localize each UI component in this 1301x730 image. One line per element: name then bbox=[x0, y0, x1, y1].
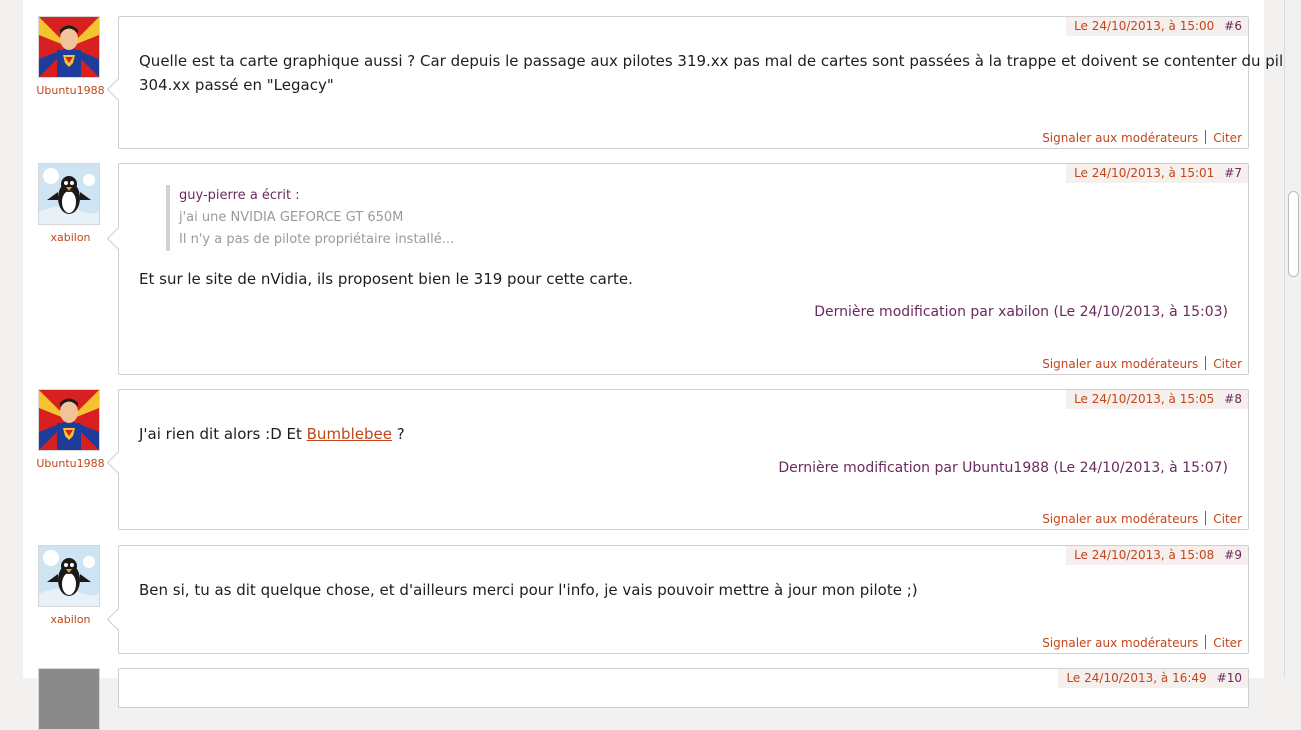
post-number[interactable]: #9 bbox=[1224, 548, 1242, 562]
vertical-scrollbar[interactable] bbox=[1284, 0, 1301, 678]
post-actions: Signaler aux modérateurs Citer bbox=[1042, 635, 1242, 651]
report-link[interactable]: Signaler aux modérateurs bbox=[1042, 357, 1198, 371]
quote-author: guy-pierre a écrit : bbox=[179, 188, 300, 203]
post-actions: Signaler aux modérateurs Citer bbox=[1042, 356, 1242, 372]
action-separator bbox=[1205, 356, 1207, 370]
scrollbar-thumb[interactable] bbox=[1288, 191, 1299, 277]
post-number[interactable]: #7 bbox=[1224, 166, 1242, 180]
post-date[interactable]: Le 24/10/2013, à 15:01 bbox=[1074, 166, 1214, 180]
post-author: Ubuntu1988 bbox=[23, 389, 118, 470]
post-box: Le 24/10/2013, à 15:08 #9 Ben si, tu as d… bbox=[106, 545, 1249, 654]
quote-line: j'ai une NVIDIA GEFORCE GT 650M bbox=[179, 210, 404, 225]
post-date[interactable]: Le 24/10/2013, à 16:49 bbox=[1066, 671, 1206, 685]
post-number[interactable]: #8 bbox=[1224, 392, 1242, 406]
post-text-segment: J'ai rien dit alors :D Et bbox=[139, 425, 307, 443]
post-text: J'ai rien dit alors :D Et Bumblebee ? bbox=[139, 422, 405, 446]
superman-avatar[interactable] bbox=[38, 16, 100, 78]
action-separator bbox=[1205, 130, 1207, 144]
forum-page: Ubuntu1988 Le 24/10/2013, à 15:00 #6 Quel… bbox=[23, 0, 1301, 730]
report-link[interactable]: Signaler aux modérateurs bbox=[1042, 512, 1198, 526]
author-name[interactable]: xabilon bbox=[23, 231, 118, 244]
post-meta: Le 24/10/2013, à 15:01 #7 bbox=[1066, 164, 1248, 183]
post-date[interactable]: Le 24/10/2013, à 15:05 bbox=[1074, 392, 1214, 406]
post-actions: Signaler aux modérateurs Citer bbox=[1042, 130, 1242, 146]
report-link[interactable]: Signaler aux modérateurs bbox=[1042, 636, 1198, 650]
cite-link[interactable]: Citer bbox=[1213, 131, 1242, 145]
edit-note: Dernière modification par Ubuntu1988 (Le… bbox=[778, 460, 1228, 476]
author-name[interactable]: Ubuntu1988 bbox=[23, 457, 118, 470]
post-actions: Signaler aux modérateurs Citer bbox=[1042, 511, 1242, 527]
penguin-avatar[interactable] bbox=[38, 163, 100, 225]
post-date[interactable]: Le 24/10/2013, à 15:08 bbox=[1074, 548, 1214, 562]
post-text-segment: ? bbox=[391, 425, 405, 443]
post-box: Le 24/10/2013, à 15:01 #7 guy-pierre a éc… bbox=[106, 163, 1249, 375]
post-meta: Le 24/10/2013, à 16:49 #10 bbox=[1058, 669, 1248, 688]
post-author: Ubuntu1988 bbox=[23, 16, 118, 97]
cite-link[interactable]: Citer bbox=[1213, 357, 1242, 371]
post-box: Le 24/10/2013, à 15:00 #6 Quelle est ta c… bbox=[106, 16, 1301, 149]
bumblebee-link[interactable]: Bumblebee bbox=[307, 425, 392, 443]
post-author: xabilon bbox=[23, 545, 118, 626]
post-text: Quelle est ta carte graphique aussi ? Ca… bbox=[139, 49, 1301, 97]
post-box: Le 24/10/2013, à 15:05 #8 J'ai rien dit a… bbox=[106, 389, 1249, 530]
edit-note: Dernière modification par xabilon (Le 24… bbox=[814, 304, 1228, 320]
post-date[interactable]: Le 24/10/2013, à 15:00 bbox=[1074, 19, 1214, 33]
cite-link[interactable]: Citer bbox=[1213, 512, 1242, 526]
post-text-line: Quelle est ta carte graphique aussi ? Ca… bbox=[139, 52, 1301, 70]
post-author bbox=[23, 668, 118, 730]
report-link[interactable]: Signaler aux modérateurs bbox=[1042, 131, 1198, 145]
action-separator bbox=[1205, 635, 1207, 649]
post-quote: guy-pierre a écrit : j'ai une NVIDIA GEF… bbox=[166, 185, 454, 251]
post-number[interactable]: #10 bbox=[1217, 671, 1242, 685]
post-meta: Le 24/10/2013, à 15:08 #9 bbox=[1066, 546, 1248, 565]
post-text-line: 304.xx passé en "Legacy" bbox=[139, 76, 334, 94]
user-avatar[interactable] bbox=[38, 668, 100, 730]
superman-avatar[interactable] bbox=[38, 389, 100, 451]
post-number[interactable]: #6 bbox=[1224, 19, 1242, 33]
post-text: Ben si, tu as dit quelque chose, et d'ai… bbox=[139, 581, 918, 599]
post-meta: Le 24/10/2013, à 15:05 #8 bbox=[1066, 390, 1248, 409]
post-author: xabilon bbox=[23, 163, 118, 244]
post-text: Et sur le site de nVidia, ils proposent … bbox=[139, 270, 633, 288]
quote-line: Il n'y a pas de pilote propriétaire inst… bbox=[179, 232, 455, 247]
action-separator bbox=[1205, 511, 1207, 525]
author-name[interactable]: Ubuntu1988 bbox=[23, 84, 118, 97]
post-box: Le 24/10/2013, à 16:49 #10 bbox=[118, 668, 1249, 708]
cite-link[interactable]: Citer bbox=[1213, 636, 1242, 650]
penguin-avatar[interactable] bbox=[38, 545, 100, 607]
post-meta: Le 24/10/2013, à 15:00 #6 bbox=[1066, 17, 1248, 36]
author-name[interactable]: xabilon bbox=[23, 613, 118, 626]
